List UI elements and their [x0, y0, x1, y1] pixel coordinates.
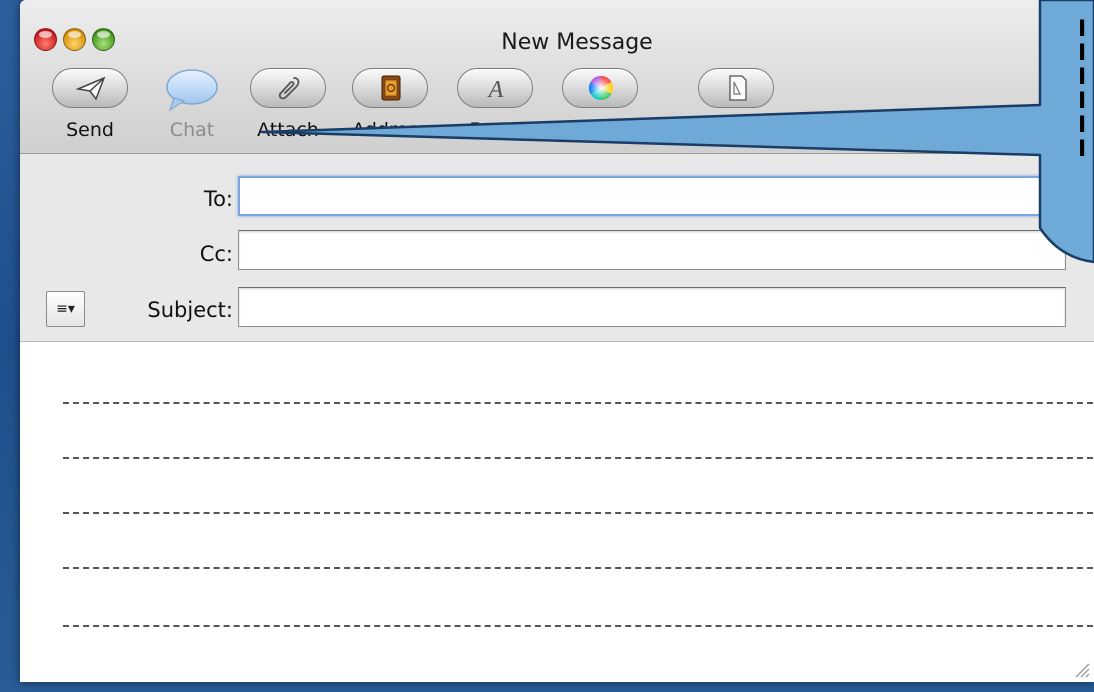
colors-label: Colors [570, 119, 630, 141]
callout-text-line: I [1078, 17, 1087, 42]
message-body[interactable] [20, 342, 1094, 682]
colors-button[interactable]: Colors [550, 68, 650, 148]
color-wheel-icon [588, 76, 614, 100]
address-pill [352, 68, 428, 108]
save-draft-label: Save As Draft [671, 119, 801, 141]
chat-bubble-icon [166, 69, 218, 112]
callout-text-line: I [1078, 41, 1087, 66]
fonts-pill: A [457, 68, 533, 108]
fonts-icon: A [487, 77, 504, 102]
header-options-button[interactable]: ≡▾ [46, 291, 85, 327]
guide-line [63, 567, 1093, 569]
guide-line [63, 512, 1093, 514]
callout-text-line: I [1078, 89, 1087, 114]
callout-text-line: I [1078, 65, 1087, 90]
subject-field[interactable] [238, 287, 1066, 327]
svg-text:A: A [487, 77, 504, 102]
send-icon [76, 76, 106, 101]
guide-line [63, 402, 1093, 404]
title-toolbar: New Message Send Chat Attach Address A F… [20, 0, 1094, 154]
send-pill [52, 68, 128, 108]
to-label: To: [203, 187, 233, 211]
draft-document-icon [729, 75, 747, 101]
to-field[interactable] [238, 176, 1094, 216]
resize-grip-icon[interactable] [1070, 658, 1090, 678]
subject-label: Subject: [147, 298, 233, 322]
save-draft-pill [698, 68, 774, 108]
mail-compose-window: New Message Send Chat Attach Address A F… [20, 0, 1094, 682]
attach-pill [250, 68, 326, 108]
cc-field[interactable] [238, 230, 1066, 270]
callout-text-line: I [1078, 137, 1087, 162]
colors-pill [562, 68, 638, 108]
guide-line [63, 625, 1093, 627]
address-book-icon [381, 75, 401, 101]
guide-line [63, 457, 1093, 459]
window-title: New Message [501, 30, 653, 55]
cc-label: Cc: [199, 242, 233, 266]
callout-text-line: I [1078, 113, 1087, 138]
paperclip-icon [278, 77, 300, 100]
save-draft-button[interactable]: Save As Draft [671, 68, 801, 148]
